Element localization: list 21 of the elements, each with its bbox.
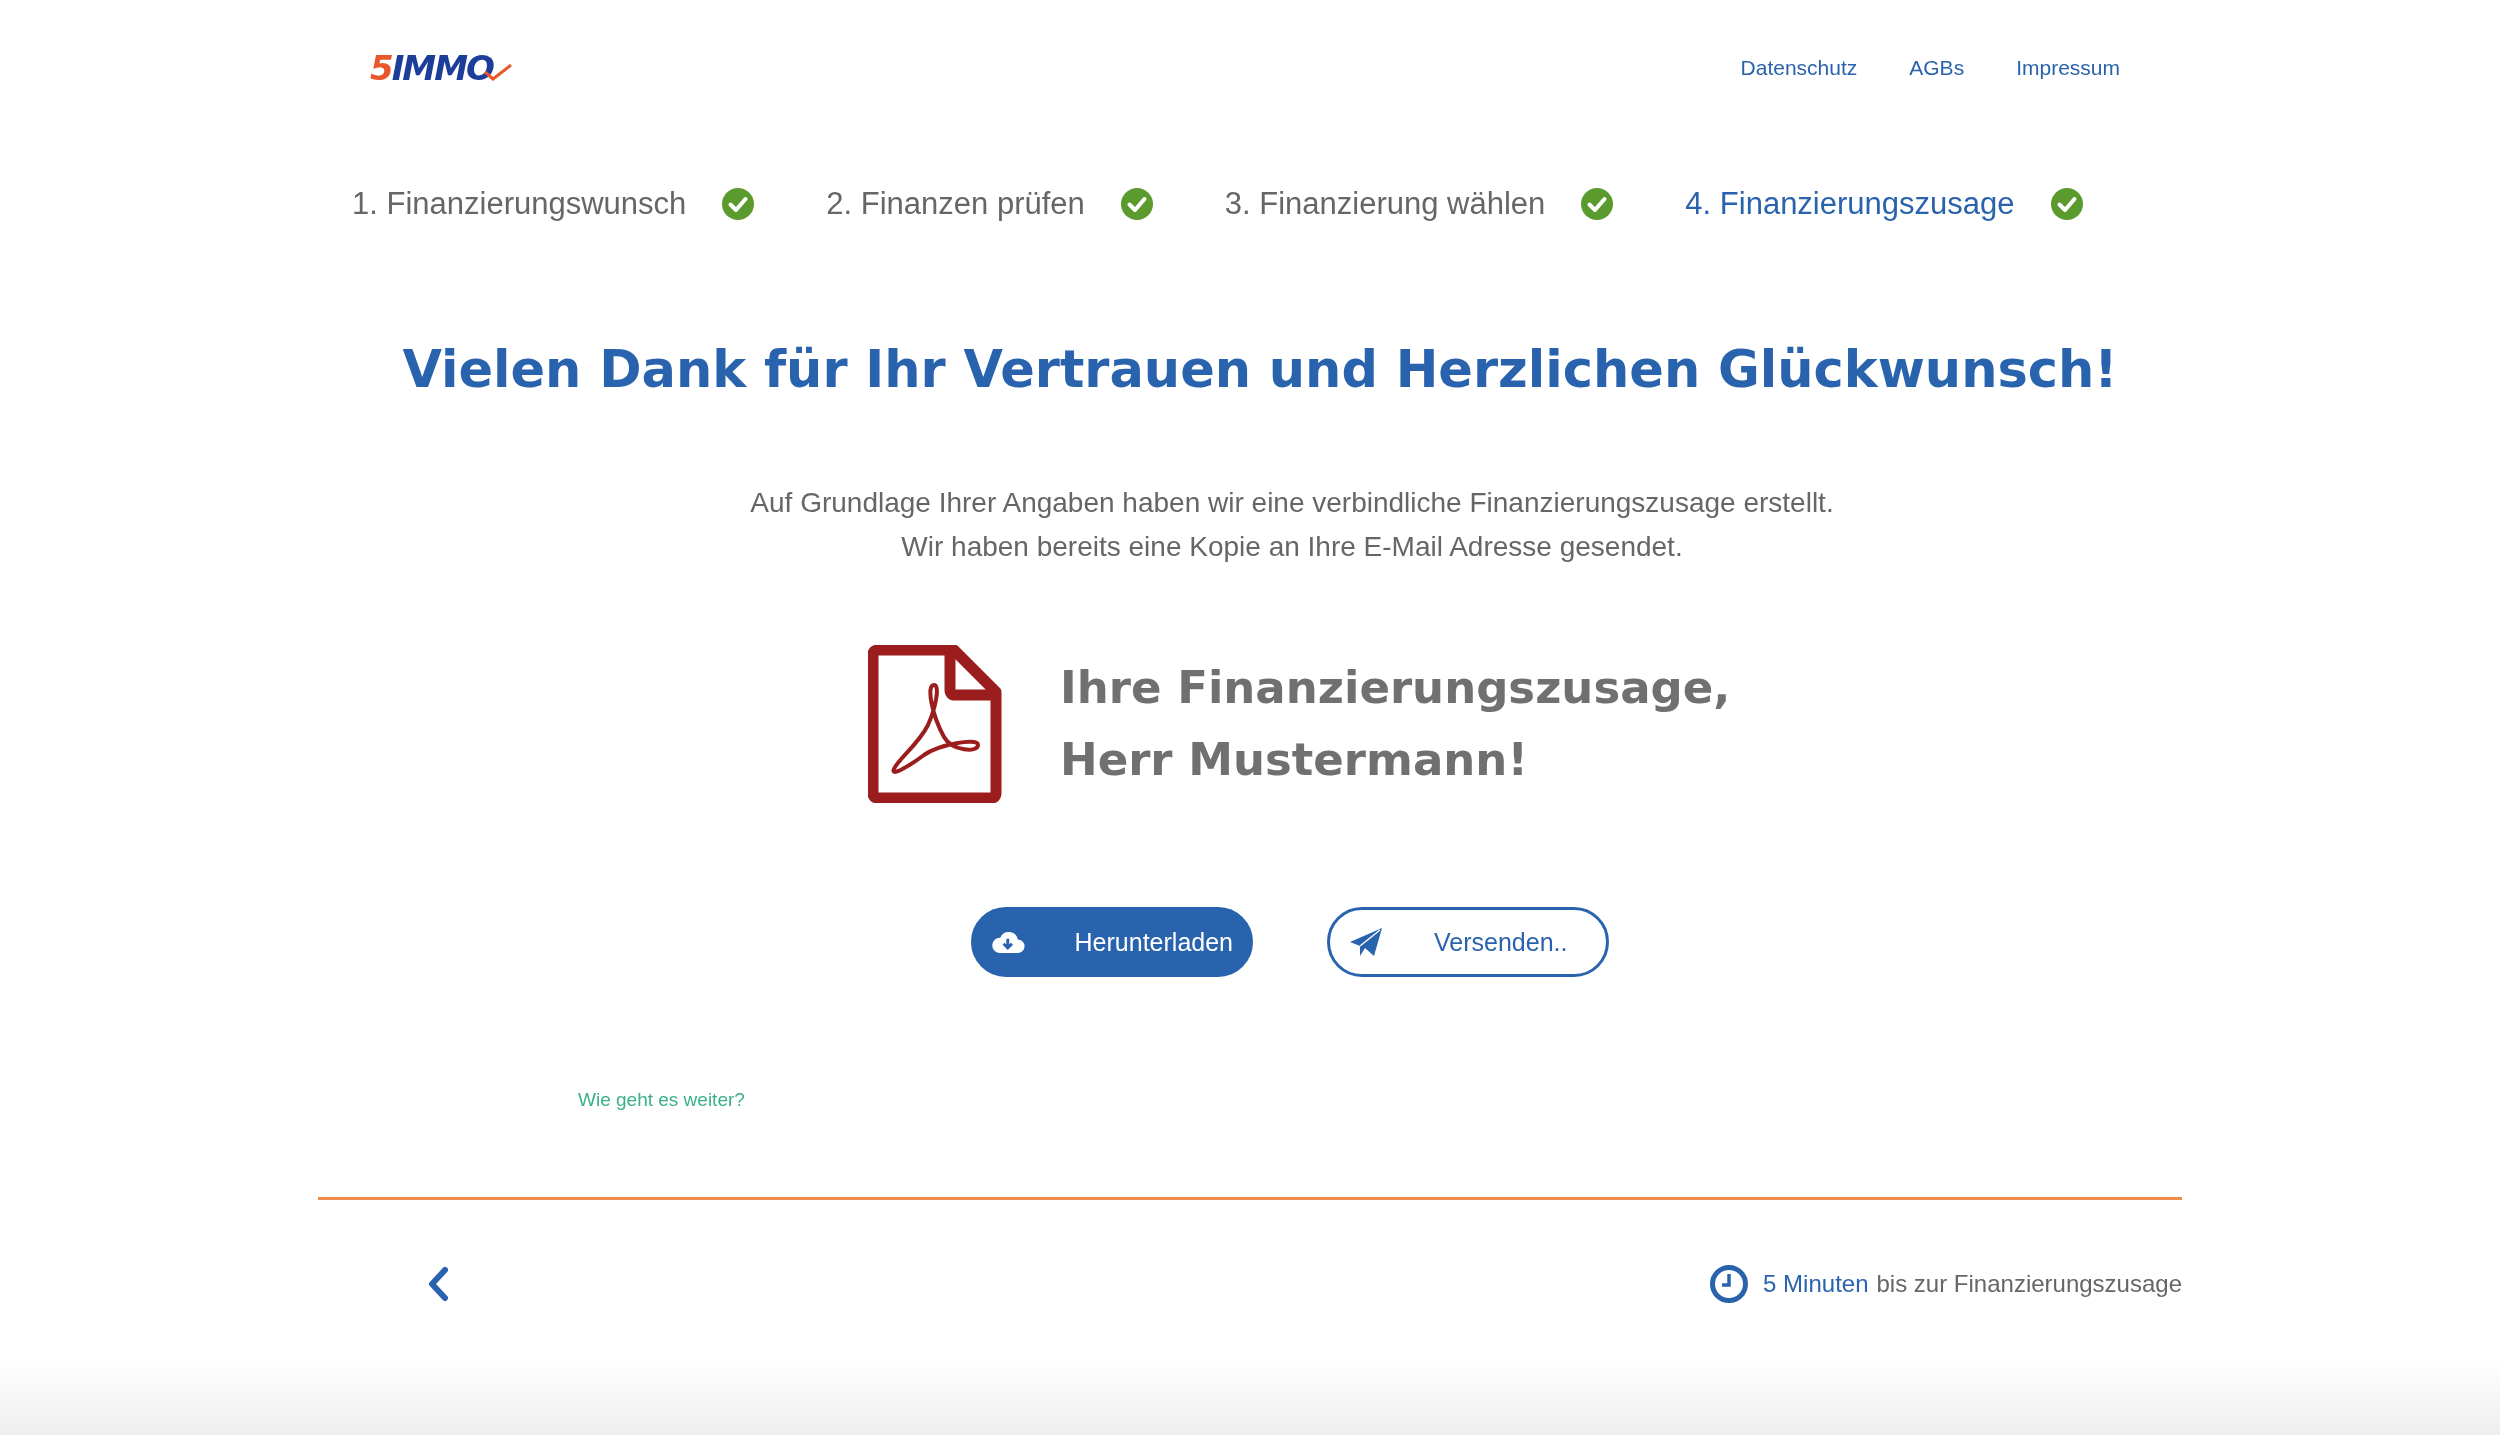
- time-text: bis zur Finanzierungszusage: [1876, 1270, 2182, 1298]
- back-chevron-icon[interactable]: [426, 1266, 450, 1302]
- logo[interactable]: 5IMMO: [370, 48, 513, 88]
- intro-text: Auf Grundlage Ihrer Angaben haben wir eine verbindliche Finanzierungszusage erstellt.: [749, 486, 1835, 520]
- send-button[interactable]: Versenden..: [1327, 907, 1609, 977]
- nav-link[interactable]: Datenschutz: [1740, 56, 1858, 80]
- nav-link[interactable]: Impressum: [2016, 56, 2120, 80]
- step-label[interactable]: 4. Finanzierungszusage: [1685, 186, 2015, 222]
- step-label[interactable]: 3. Finanzierung wählen: [1224, 186, 1546, 222]
- step-label[interactable]: 1. Finanzierungswunsch: [352, 186, 687, 222]
- document-title: Ihre Finanzierungszusage,: [1060, 660, 1731, 716]
- clock-icon: [1709, 1264, 1750, 1304]
- step-label[interactable]: 2. Finanzen prüfen: [826, 186, 1085, 222]
- headline: Vielen Dank für Ihr Vertrauen und Herzlichen Glückwunsch!: [401, 340, 2119, 399]
- time-highlight: 5 Minuten: [1763, 1270, 1869, 1298]
- paper-plane-icon: [1348, 926, 1384, 958]
- download-button[interactable]: Herunterladen: [971, 907, 1253, 977]
- pdf-file-icon: [868, 645, 1004, 803]
- intro-text: Wir haben bereits eine Kopie an Ihre E-Mail Adresse gesendet.: [900, 530, 1684, 564]
- document-title: Herr Mustermann!: [1060, 732, 1529, 788]
- nav-link[interactable]: AGBs: [1909, 56, 1965, 80]
